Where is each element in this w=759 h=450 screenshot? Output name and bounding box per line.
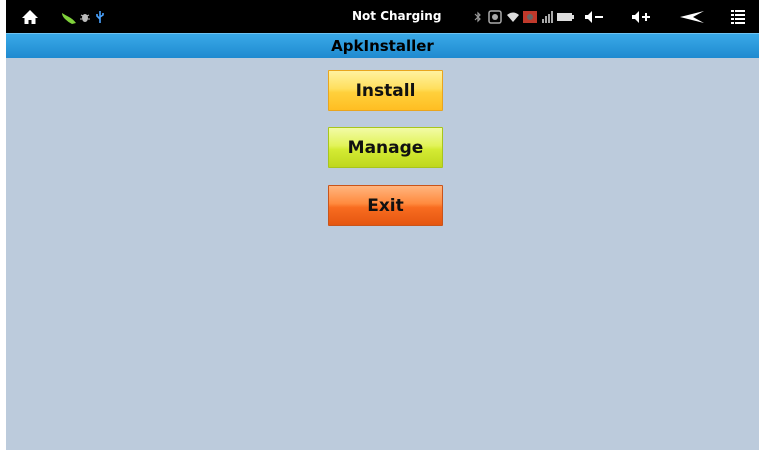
usb-icon <box>93 0 107 33</box>
menu-icon[interactable] <box>728 0 748 33</box>
bug-icon <box>78 0 92 33</box>
status-bar: Not Charging <box>6 0 759 33</box>
install-button[interactable]: Install <box>328 70 443 111</box>
android-icon <box>59 0 79 33</box>
volume-down-icon[interactable] <box>583 0 605 33</box>
manage-button[interactable]: Manage <box>328 127 443 168</box>
battery-icon <box>557 0 575 33</box>
exit-button[interactable]: Exit <box>328 185 443 226</box>
sync-icon <box>487 0 503 33</box>
bluetooth-icon <box>473 0 483 33</box>
app-title-bar: ApkInstaller <box>6 33 759 58</box>
wifi-icon <box>505 0 521 33</box>
device-screen: Not Charging ApkInstaller Install Manage… <box>6 0 759 450</box>
alert-icon <box>522 0 538 33</box>
volume-up-icon[interactable] <box>630 0 652 33</box>
app-title: ApkInstaller <box>331 37 434 55</box>
charging-status: Not Charging <box>352 9 442 23</box>
home-icon[interactable] <box>18 0 42 33</box>
back-icon[interactable] <box>678 0 706 33</box>
signal-icon <box>540 0 554 33</box>
